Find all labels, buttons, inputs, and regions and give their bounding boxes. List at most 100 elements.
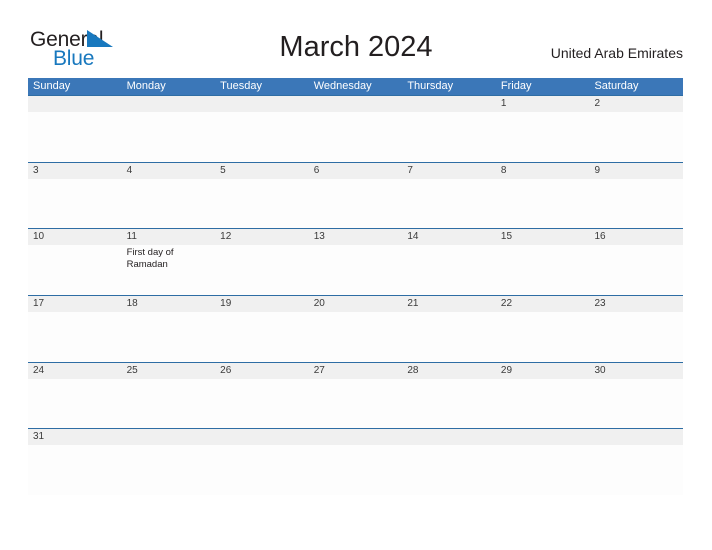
- day-cell[interactable]: [28, 112, 122, 162]
- day-number[interactable]: 18: [122, 296, 216, 312]
- day-cell[interactable]: [496, 245, 590, 295]
- day-cell[interactable]: [402, 379, 496, 429]
- day-cell[interactable]: [402, 245, 496, 295]
- day-cell[interactable]: [122, 312, 216, 362]
- day-cell[interactable]: [496, 445, 590, 495]
- day-number[interactable]: [309, 429, 403, 445]
- day-cell[interactable]: [215, 379, 309, 429]
- weekday-header-monday: Monday: [126, 80, 166, 92]
- day-number[interactable]: [215, 429, 309, 445]
- day-cell[interactable]: [309, 312, 403, 362]
- day-number[interactable]: 6: [309, 163, 403, 179]
- day-number[interactable]: 19: [215, 296, 309, 312]
- day-number[interactable]: 9: [589, 163, 683, 179]
- day-cell[interactable]: [215, 245, 309, 295]
- day-number[interactable]: 30: [589, 363, 683, 379]
- day-cell[interactable]: [309, 179, 403, 229]
- day-number[interactable]: 25: [122, 363, 216, 379]
- day-cell[interactable]: [122, 112, 216, 162]
- day-number[interactable]: 17: [28, 296, 122, 312]
- day-number[interactable]: 2: [589, 96, 683, 112]
- day-cell[interactable]: [589, 312, 683, 362]
- day-number[interactable]: 5: [215, 163, 309, 179]
- day-cell[interactable]: [122, 179, 216, 229]
- day-number[interactable]: 29: [496, 363, 590, 379]
- day-cell[interactable]: [496, 112, 590, 162]
- day-cell[interactable]: [402, 312, 496, 362]
- day-cell[interactable]: [215, 179, 309, 229]
- day-cell[interactable]: [496, 379, 590, 429]
- day-cell[interactable]: [496, 312, 590, 362]
- day-cell[interactable]: [402, 445, 496, 495]
- day-number[interactable]: [215, 96, 309, 112]
- day-number[interactable]: 12: [215, 229, 309, 245]
- day-number[interactable]: [28, 96, 122, 112]
- day-cell[interactable]: [28, 445, 122, 495]
- day-cell[interactable]: [122, 445, 216, 495]
- day-cell[interactable]: [122, 379, 216, 429]
- day-cell[interactable]: [589, 379, 683, 429]
- day-number[interactable]: [589, 429, 683, 445]
- day-cell[interactable]: [215, 312, 309, 362]
- day-cell[interactable]: [589, 112, 683, 162]
- day-number[interactable]: 3: [28, 163, 122, 179]
- day-cell[interactable]: [589, 179, 683, 229]
- day-number[interactable]: 28: [402, 363, 496, 379]
- day-number[interactable]: 22: [496, 296, 590, 312]
- day-cell[interactable]: [589, 445, 683, 495]
- day-number[interactable]: 15: [496, 229, 590, 245]
- day-number[interactable]: 27: [309, 363, 403, 379]
- day-number[interactable]: 16: [589, 229, 683, 245]
- week-content-band: [28, 312, 683, 363]
- day-number[interactable]: 31: [28, 429, 122, 445]
- day-number[interactable]: 8: [496, 163, 590, 179]
- day-cell[interactable]: [589, 245, 683, 295]
- day-cell[interactable]: [28, 312, 122, 362]
- day-cell[interactable]: [496, 179, 590, 229]
- day-number[interactable]: [122, 429, 216, 445]
- week-daynumber-band: 3 4 5 6 7 8 9: [28, 162, 683, 179]
- week-row: 31: [28, 428, 683, 496]
- day-number[interactable]: 10: [28, 229, 122, 245]
- day-cell[interactable]: First day of Ramadan: [122, 245, 216, 295]
- day-number[interactable]: 24: [28, 363, 122, 379]
- day-number[interactable]: 4: [122, 163, 216, 179]
- week-daynumber-band: 24 25 26 27 28 29 30: [28, 362, 683, 379]
- day-number[interactable]: 14: [402, 229, 496, 245]
- week-daynumber-band: 1 2: [28, 96, 683, 112]
- day-cell[interactable]: [28, 379, 122, 429]
- day-number[interactable]: 7: [402, 163, 496, 179]
- calendar-page: General Blue March 2024 United Arab Emir…: [0, 0, 712, 550]
- day-cell[interactable]: [309, 245, 403, 295]
- day-number[interactable]: 13: [309, 229, 403, 245]
- day-number[interactable]: [402, 429, 496, 445]
- week-content-band: [28, 112, 683, 162]
- day-cell[interactable]: [28, 245, 122, 295]
- day-cell[interactable]: [309, 379, 403, 429]
- day-number[interactable]: 23: [589, 296, 683, 312]
- week-row: 3 4 5 6 7 8 9: [28, 161, 683, 229]
- day-number[interactable]: [122, 96, 216, 112]
- day-number[interactable]: 11: [122, 229, 216, 245]
- day-cell[interactable]: [215, 112, 309, 162]
- weekday-header-tuesday: Tuesday: [220, 80, 262, 92]
- week-daynumber-band: 10 11 12 13 14 15 16: [28, 229, 683, 246]
- day-number[interactable]: 20: [309, 296, 403, 312]
- day-number[interactable]: [309, 96, 403, 112]
- day-cell[interactable]: [28, 179, 122, 229]
- day-number[interactable]: 26: [215, 363, 309, 379]
- day-event: First day of Ramadan: [126, 247, 174, 270]
- week-row: 17 18 19 20 21 22 23: [28, 295, 683, 363]
- week-content-band: [28, 378, 683, 429]
- day-cell[interactable]: [215, 445, 309, 495]
- day-number[interactable]: [496, 429, 590, 445]
- day-cell[interactable]: [402, 112, 496, 162]
- day-number[interactable]: [402, 96, 496, 112]
- day-cell[interactable]: [402, 179, 496, 229]
- week-row: 1 2: [28, 95, 683, 162]
- day-number[interactable]: 1: [496, 96, 590, 112]
- day-cell[interactable]: [309, 445, 403, 495]
- day-cell[interactable]: [309, 112, 403, 162]
- week-content-band: First day of Ramadan: [28, 245, 683, 296]
- day-number[interactable]: 21: [402, 296, 496, 312]
